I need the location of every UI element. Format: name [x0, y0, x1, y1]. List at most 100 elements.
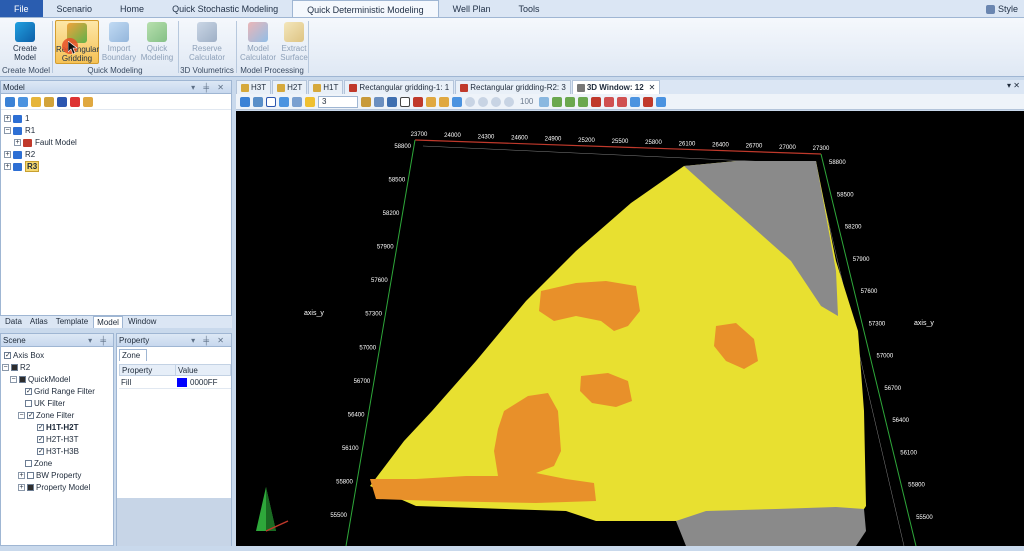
expand-icon[interactable]: + — [4, 151, 11, 159]
create-model-button[interactable]: Create Model — [3, 20, 47, 64]
collapse-icon[interactable]: − — [10, 376, 17, 384]
scene-item-axis-box[interactable]: ✓ Axis Box — [4, 350, 44, 361]
checkbox[interactable]: ✓ — [37, 424, 44, 432]
tab-data[interactable]: Data — [2, 316, 25, 328]
expand-icon[interactable]: + — [14, 139, 21, 147]
collapse-icon[interactable]: − — [2, 364, 9, 372]
extract-surface-button[interactable]: Extract Surface — [272, 20, 316, 64]
legend-icon[interactable] — [630, 96, 641, 107]
export-3d-icon[interactable] — [656, 96, 667, 107]
scene-item-h3t-h3b[interactable]: ✓ H3T-H3B — [37, 446, 79, 457]
expand-icon[interactable]: + — [4, 163, 11, 171]
style-menu[interactable]: Style — [985, 0, 1018, 18]
folder-icon[interactable] — [31, 96, 41, 107]
checkbox[interactable]: ✓ — [27, 412, 34, 420]
draw-icon[interactable] — [539, 96, 550, 107]
tree-item-r3[interactable]: + R3 — [4, 161, 40, 172]
collapse-icon[interactable]: − — [18, 412, 25, 420]
slice-icon[interactable] — [413, 96, 423, 107]
collapse-icon[interactable]: − — [4, 127, 11, 135]
checkbox[interactable] — [25, 400, 32, 408]
well-icon[interactable] — [565, 96, 576, 107]
menu-file[interactable]: File — [0, 0, 43, 17]
tab-window[interactable]: Window — [125, 316, 159, 328]
property-row-fill[interactable]: Fill 0000FF — [119, 377, 231, 389]
3d-viewport[interactable]: 23700 24000 24300 24600 24900 25200 25500 25800… — [236, 111, 1024, 546]
property-tab-zone[interactable]: Zone — [119, 349, 147, 361]
copy-icon[interactable] — [44, 96, 54, 107]
scene-item-uk-filter[interactable]: UK Filter — [25, 398, 65, 409]
text-color-icon[interactable] — [305, 96, 315, 107]
panel-controls[interactable]: ▾ ╪ ✕ — [191, 81, 227, 94]
select-icon[interactable] — [439, 96, 449, 107]
property-value[interactable]: 0000FF — [175, 377, 218, 388]
scene-item-grid-range-filter[interactable]: ✓ Grid Range Filter — [25, 386, 95, 397]
tree-item-r2[interactable]: + R2 — [4, 149, 35, 160]
reserve-calculator-button[interactable]: Reserve Calculator — [185, 20, 229, 64]
nav-first-icon[interactable] — [465, 96, 475, 107]
save-icon[interactable] — [18, 96, 28, 107]
pan-icon[interactable] — [374, 96, 384, 107]
checkbox[interactable] — [27, 484, 34, 492]
menu-scenario[interactable]: Scenario — [43, 0, 107, 17]
checkbox[interactable]: ✓ — [25, 388, 32, 396]
scale-input[interactable]: 3 — [318, 95, 358, 108]
tab-atlas[interactable]: Atlas — [27, 316, 51, 328]
filter-icon[interactable] — [578, 96, 589, 107]
delete-icon[interactable] — [70, 96, 80, 107]
checkbox[interactable]: ✓ — [4, 352, 11, 360]
tab-dropdown-icon[interactable]: ▾ ✕ — [1007, 81, 1020, 90]
new-icon[interactable] — [5, 96, 15, 107]
checkbox[interactable]: ✓ — [37, 448, 44, 456]
pick-icon[interactable] — [426, 96, 436, 107]
menu-well-plan[interactable]: Well Plan — [439, 0, 505, 17]
scene-item-bw-property[interactable]: + BW Property — [18, 470, 81, 481]
frame-icon[interactable] — [266, 96, 276, 107]
db-icon[interactable] — [57, 96, 67, 107]
menu-tools[interactable]: Tools — [505, 0, 554, 17]
scene-item-r2[interactable]: − R2 — [2, 362, 30, 373]
tree-item-fault-model[interactable]: + Fault Model — [14, 137, 77, 148]
grid-tool-icon[interactable] — [604, 96, 615, 107]
doc-tab-rect-gridding-1[interactable]: Rectangular gridding-1: 1 — [344, 80, 455, 94]
zoom-value[interactable]: 100 — [517, 97, 536, 106]
surface-tool-icon[interactable] — [552, 96, 563, 107]
nav-prev-icon[interactable] — [478, 96, 488, 107]
tab-template[interactable]: Template — [53, 316, 91, 328]
expand-icon[interactable]: + — [18, 472, 25, 480]
save-image-icon[interactable] — [253, 96, 263, 107]
tree-item-r1[interactable]: − R1 — [4, 125, 35, 136]
export-icon[interactable] — [83, 96, 93, 107]
scene-item-zone[interactable]: Zone — [25, 458, 52, 469]
menu-quick-deterministic-modeling[interactable]: Quick Deterministic Modeling — [292, 0, 439, 17]
checkbox[interactable] — [25, 460, 32, 468]
doc-tab-h3t[interactable]: H3T — [236, 80, 272, 94]
layers-icon[interactable] — [292, 96, 302, 107]
panel-controls[interactable]: ▾ ╪ — [88, 334, 109, 347]
zoom-icon[interactable] — [452, 96, 462, 107]
expand-icon[interactable]: + — [4, 115, 11, 123]
menu-home[interactable]: Home — [106, 0, 158, 17]
tree-item-1[interactable]: +1 — [4, 113, 29, 124]
doc-tab-rect-gridding-r2[interactable]: Rectangular gridding-R2: 3 — [455, 80, 571, 94]
doc-tab-h1t[interactable]: H1T — [308, 80, 344, 94]
doc-tab-3d-window[interactable]: 3D Window: 12 ✕ — [571, 80, 661, 95]
scene-item-property-model[interactable]: + Property Model — [18, 482, 90, 493]
scene-item-h2t-h3t[interactable]: ✓ H2T-H3T — [37, 434, 78, 445]
nav-last-icon[interactable] — [504, 96, 514, 107]
scene-item-quickmodel[interactable]: − QuickModel — [10, 374, 70, 385]
nav-next-icon[interactable] — [491, 96, 501, 107]
quick-modeling-button[interactable]: Quick Modeling — [135, 20, 179, 64]
checkbox[interactable] — [11, 364, 18, 372]
doc-tab-h2t[interactable]: H2T — [272, 80, 308, 94]
expand-icon[interactable]: + — [18, 484, 25, 492]
cube-icon[interactable] — [400, 96, 410, 107]
measure-icon[interactable] — [591, 96, 602, 107]
checkbox[interactable]: ✓ — [37, 436, 44, 444]
rotate-icon[interactable] — [387, 96, 397, 107]
close-tab-icon[interactable]: ✕ — [649, 81, 656, 95]
scene-item-h1t-h2t[interactable]: ✓ H1T-H2T — [37, 422, 78, 433]
checkbox[interactable] — [19, 376, 26, 384]
fit-view-icon[interactable] — [279, 96, 289, 107]
panel-controls[interactable]: ▾ ╪ ✕ — [191, 334, 227, 347]
